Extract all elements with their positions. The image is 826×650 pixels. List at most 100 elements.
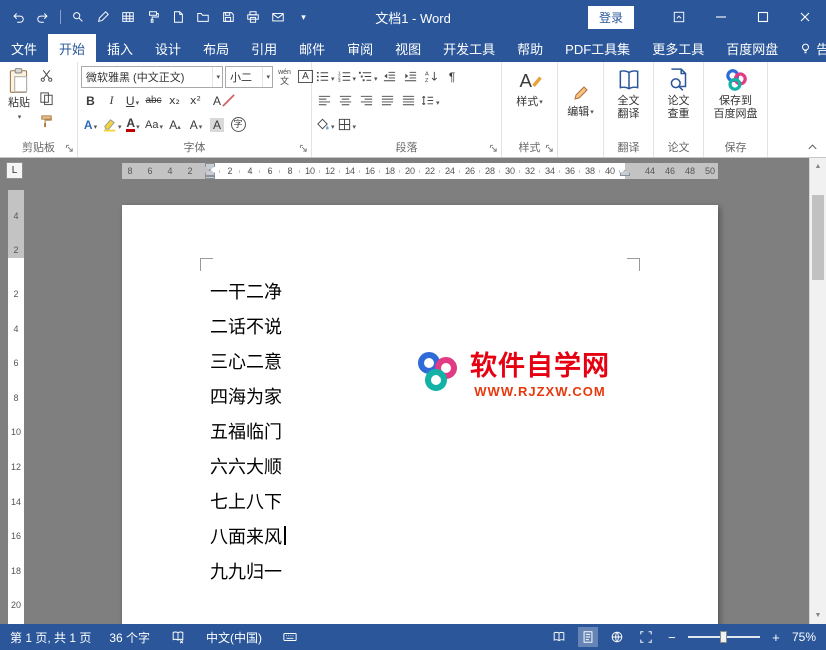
minimize-button[interactable]: [700, 0, 742, 34]
customize-toolbar-icon[interactable]: [295, 9, 311, 25]
document-page[interactable]: 软件自学网 WWW.RJZXW.COM 一干二净二话不说三心二意四海为家五福临门…: [122, 205, 718, 624]
undo-icon[interactable]: [10, 9, 26, 25]
superscript-button[interactable]: x²: [186, 90, 205, 111]
ribbon-display-options-icon[interactable]: [658, 0, 700, 34]
keyboard-icon[interactable]: [280, 627, 300, 647]
character-shading-button[interactable]: A: [208, 114, 227, 135]
show-marks-button[interactable]: ¶: [443, 66, 462, 87]
bold-button[interactable]: B: [81, 90, 100, 111]
ribbon-tab[interactable]: 插入: [96, 34, 144, 62]
email-icon[interactable]: [270, 9, 286, 25]
highlight-button[interactable]: [102, 114, 122, 135]
sort-button[interactable]: AZ: [422, 66, 441, 87]
paste-button[interactable]: 粘贴: [3, 65, 35, 139]
ribbon-tab[interactable]: 邮件: [288, 34, 336, 62]
underline-button[interactable]: U: [123, 90, 142, 111]
scroll-down-icon[interactable]: ▼: [810, 607, 826, 624]
enclose-characters-button[interactable]: 字: [229, 114, 248, 135]
zoom-in-button[interactable]: +: [769, 630, 783, 645]
align-right-button[interactable]: [357, 90, 376, 111]
format-painter-button[interactable]: [37, 111, 56, 132]
ribbon-tab[interactable]: 百度网盘: [715, 34, 789, 62]
web-layout-icon[interactable]: [607, 627, 627, 647]
ribbon-tab[interactable]: 审阅: [336, 34, 384, 62]
find-icon[interactable]: [70, 9, 86, 25]
close-button[interactable]: [784, 0, 826, 34]
vruler[interactable]: 422468101214161820: [8, 190, 24, 624]
new-document-icon[interactable]: [170, 9, 186, 25]
ribbon-tab[interactable]: 帮助: [506, 34, 554, 62]
styles-button[interactable]: A 样式: [513, 65, 547, 139]
align-left-button[interactable]: [315, 90, 334, 111]
italic-button[interactable]: I: [102, 90, 121, 111]
cut-button[interactable]: [37, 65, 56, 86]
full-text-translate-button[interactable]: 全文 翻译: [613, 65, 645, 139]
editing-button[interactable]: 编辑: [564, 83, 597, 121]
paper-check-button[interactable]: 论文 查重: [663, 65, 695, 139]
word-count[interactable]: 36 个字: [109, 629, 150, 646]
zoom-out-button[interactable]: −: [665, 630, 679, 645]
ribbon-tab[interactable]: 开发工具: [432, 34, 506, 62]
ribbon-tab[interactable]: 视图: [384, 34, 432, 62]
document-line[interactable]: 七上八下: [210, 485, 286, 520]
language-indicator[interactable]: 中文(中国): [206, 629, 262, 646]
tell-me-box[interactable]: 告诉我: [789, 34, 826, 62]
document-line[interactable]: 一干二净: [210, 275, 286, 310]
document-line[interactable]: 四海为家: [210, 380, 286, 415]
distribute-button[interactable]: [399, 90, 418, 111]
ink-pen-icon[interactable]: [95, 9, 111, 25]
read-mode-icon[interactable]: [549, 627, 569, 647]
grow-font-button[interactable]: A: [166, 114, 185, 135]
scrollbar-thumb[interactable]: [812, 195, 824, 280]
zoom-slider-thumb[interactable]: [720, 631, 727, 643]
ribbon-tab[interactable]: 引用: [240, 34, 288, 62]
subscript-button[interactable]: x₂: [165, 90, 184, 111]
page-indicator[interactable]: 第 1 页, 共 1 页: [10, 629, 91, 646]
clipboard-dialog-launcher[interactable]: [63, 142, 75, 154]
zoom-slider[interactable]: [688, 636, 760, 638]
document-line[interactable]: 九九归一: [210, 555, 286, 590]
decrease-indent-button[interactable]: [380, 66, 399, 87]
document-text[interactable]: 一干二净二话不说三心二意四海为家五福临门六六大顺七上八下八面来风九九归一: [210, 275, 286, 590]
change-case-button[interactable]: Aa: [145, 114, 164, 135]
collapse-ribbon-icon[interactable]: [807, 140, 818, 154]
multilevel-list-button[interactable]: [358, 66, 378, 87]
numbering-button[interactable]: 123: [337, 66, 357, 87]
ribbon-tab[interactable]: 开始: [48, 34, 96, 62]
align-center-button[interactable]: [336, 90, 355, 111]
hruler[interactable]: 8642246810121416182022242628303234363840…: [122, 163, 718, 179]
maximize-button[interactable]: [742, 0, 784, 34]
table-icon[interactable]: [120, 9, 136, 25]
text-effects-button[interactable]: A: [81, 114, 100, 135]
styles-dialog-launcher[interactable]: [543, 142, 555, 154]
phonetic-guide-button[interactable]: wén 文: [275, 66, 294, 87]
ribbon-tab[interactable]: 更多工具: [641, 34, 715, 62]
copy-button[interactable]: [37, 88, 56, 109]
document-line[interactable]: 六六大顺: [210, 450, 286, 485]
focus-mode-icon[interactable]: [636, 627, 656, 647]
proofing-errors-icon[interactable]: [168, 627, 188, 647]
font-color-button[interactable]: A: [124, 114, 143, 135]
increase-indent-button[interactable]: [401, 66, 420, 87]
bullets-button[interactable]: [315, 66, 335, 87]
format-painter-icon[interactable]: [145, 9, 161, 25]
document-line[interactable]: 八面来风: [210, 520, 286, 555]
print-layout-icon[interactable]: [578, 627, 598, 647]
shrink-font-button[interactable]: A: [187, 114, 206, 135]
ribbon-tab[interactable]: PDF工具集: [554, 34, 641, 62]
document-line[interactable]: 二话不说: [210, 310, 286, 345]
save-to-netdisk-button[interactable]: 保存到 百度网盘: [711, 65, 761, 139]
scroll-up-icon[interactable]: ▲: [810, 158, 826, 175]
vertical-scrollbar[interactable]: ▲ ▼: [809, 158, 826, 624]
login-button[interactable]: 登录: [588, 6, 634, 29]
tab-stop-selector[interactable]: L: [6, 162, 23, 179]
paragraph-dialog-launcher[interactable]: [487, 142, 499, 154]
shading-button[interactable]: [315, 114, 335, 135]
clear-formatting-button[interactable]: A: [213, 90, 236, 111]
ribbon-tab[interactable]: 设计: [144, 34, 192, 62]
redo-icon[interactable]: [35, 9, 51, 25]
open-folder-icon[interactable]: [195, 9, 211, 25]
document-line[interactable]: 五福临门: [210, 415, 286, 450]
document-line[interactable]: 三心二意: [210, 345, 286, 380]
font-dialog-launcher[interactable]: [297, 142, 309, 154]
